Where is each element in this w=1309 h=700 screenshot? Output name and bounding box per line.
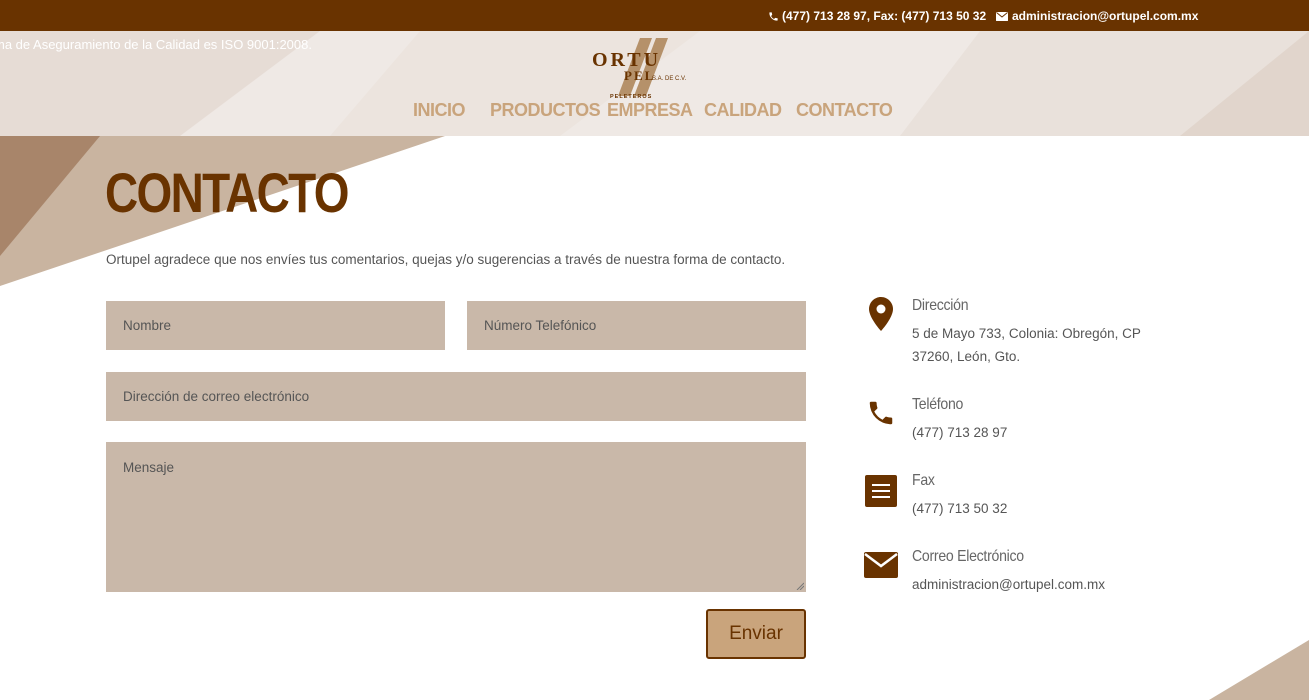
phone-value: (477) 713 28 97	[912, 425, 1008, 440]
top-email[interactable]: administracion@ortupel.com.mx	[996, 9, 1198, 23]
email-label: Correo Electrónico	[912, 548, 1024, 565]
site-header: ma de Aseguramiento de la Calidad es ISO…	[0, 31, 1309, 136]
footer-corner-shape	[1209, 640, 1309, 700]
svg-text:S.A. DE C.V.: S.A. DE C.V.	[652, 76, 686, 82]
intro-text: Ortupel agradece que nos envíes tus come…	[106, 252, 786, 267]
message-field[interactable]: Mensaje	[106, 442, 806, 592]
submit-button[interactable]: Enviar	[706, 609, 806, 659]
nav-item-empresa[interactable]: EMPRESA	[607, 100, 693, 121]
map-pin-icon	[862, 297, 900, 335]
fax-label: Fax	[912, 472, 935, 489]
top-email-text: administracion@ortupel.com.mx	[1012, 9, 1199, 23]
quality-ticker: ma de Aseguramiento de la Calidad es ISO…	[0, 37, 312, 52]
address-value: 5 de Mayo 733, Colonia: Obregón, CP 3726…	[912, 326, 1141, 364]
menu-icon	[862, 472, 900, 510]
nav-item-inicio[interactable]: INICIO	[413, 100, 466, 121]
nav-item-calidad[interactable]: CALIDAD	[704, 100, 782, 121]
phone-field[interactable]: Número Telefónico	[467, 301, 806, 350]
address-label: Dirección	[912, 297, 969, 314]
nav-item-contacto[interactable]: CONTACTO	[796, 100, 893, 121]
phone-placeholder: Número Telefónico	[484, 318, 597, 333]
email-placeholder: Dirección de correo electrónico	[123, 389, 310, 404]
ortupel-logo[interactable]: ORTU PEL S.A. DE C.V. PELETEROS	[590, 38, 708, 100]
email-value[interactable]: administracion@ortupel.com.mx	[912, 573, 1152, 596]
envelope-icon	[862, 548, 900, 586]
phone-label: Teléfono	[912, 396, 964, 413]
email-field[interactable]: Dirección de correo electrónico	[106, 372, 806, 421]
phone-icon	[862, 396, 900, 434]
top-bar: (477) 713 28 97, Fax: (477) 713 50 32 ad…	[0, 0, 1309, 31]
message-placeholder: Mensaje	[123, 460, 175, 475]
nav-item-productos[interactable]: PRODUCTOS	[490, 100, 601, 121]
resize-handle-icon[interactable]	[796, 582, 804, 590]
phone-icon	[768, 11, 779, 22]
page-title: CONTACTO	[105, 161, 349, 224]
name-placeholder: Nombre	[123, 318, 172, 333]
fax-value: (477) 713 50 32	[912, 501, 1008, 516]
envelope-icon	[996, 11, 1008, 21]
top-phone[interactable]: (477) 713 28 97, Fax: (477) 713 50 32	[768, 9, 986, 23]
top-phone-text: (477) 713 28 97, Fax: (477) 713 50 32	[782, 9, 987, 23]
name-field[interactable]: Nombre	[106, 301, 445, 350]
svg-text:PEL: PEL	[624, 68, 655, 83]
